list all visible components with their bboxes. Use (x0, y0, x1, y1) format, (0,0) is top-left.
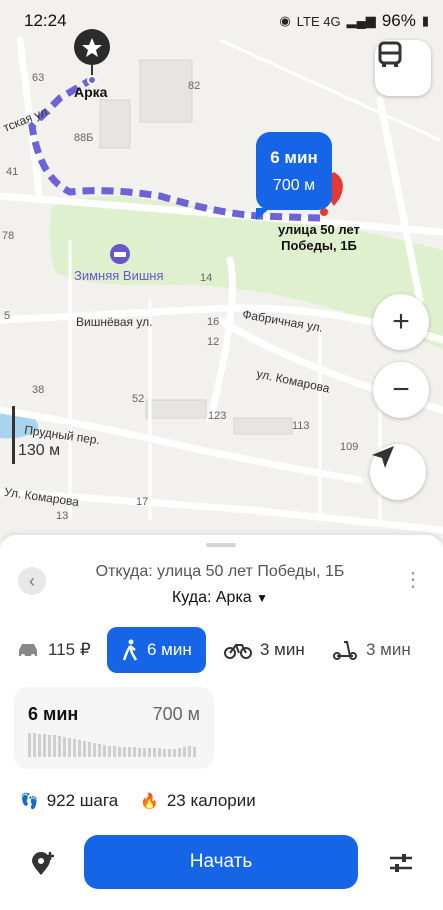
destination-label: улица 50 лет Победы, 1Б (278, 222, 360, 254)
dropdown-triangle-icon: ▼ (256, 591, 269, 605)
sliders-icon (390, 854, 412, 872)
mode-walk[interactable]: 6 мин (107, 627, 206, 673)
house-number: 13 (56, 510, 69, 522)
route-card[interactable]: 6 мин 700 м (14, 687, 214, 769)
house-number: 16 (207, 316, 220, 328)
battery-icon: ▮ (421, 13, 429, 28)
network-type: LTE 4G (296, 13, 341, 29)
battery-level: 96% (381, 11, 416, 30)
house-number: 82 (188, 80, 201, 92)
house-number: 113 (292, 420, 310, 432)
house-number: 109 (340, 441, 359, 453)
transport-button[interactable] (375, 40, 431, 96)
house-number: 88Б (74, 132, 94, 144)
bubble-tail (256, 208, 270, 220)
house-number: 41 (6, 166, 19, 178)
route-stats: 👣 922 шага 🔥 23 калории (20, 791, 256, 811)
footprints-icon: 👣 (20, 793, 39, 810)
street-label: Вишнёвая ул. (76, 315, 153, 329)
add-pin-icon (32, 852, 54, 875)
from-field[interactable]: Откуда: улица 50 лет Победы, 1Б (60, 563, 380, 581)
more-menu-icon[interactable]: ⋮ (403, 567, 423, 592)
route-settings-button[interactable] (388, 851, 414, 880)
my-location-button[interactable] (370, 444, 426, 500)
house-number: 14 (200, 272, 213, 284)
bicycle-icon (224, 644, 252, 659)
house-number: 12 (207, 336, 220, 348)
start-label: Арка (74, 84, 108, 100)
scale-bar (12, 406, 15, 464)
house-number: 38 (32, 384, 45, 396)
mode-scooter-label: 3 мин (366, 640, 411, 659)
mode-bike[interactable]: 3 мин (224, 627, 305, 673)
house-number: 78 (2, 230, 15, 242)
scale-label: 130 м (18, 442, 61, 459)
walk-icon (122, 639, 138, 661)
status-bar: 12:24 ◉ LTE 4G ▂▄▆ 96% ▮ (0, 0, 443, 40)
back-button[interactable]: ‹ (18, 567, 46, 595)
scooter-icon (333, 641, 357, 660)
chevron-left-icon: ‹ (29, 570, 35, 591)
route-bubble-duration: 6 мин (270, 148, 318, 167)
house-number: 63 (32, 72, 45, 84)
start-button[interactable]: Начать (84, 835, 358, 889)
route-bubble-distance: 700 м (272, 177, 316, 194)
house-number: 52 (132, 393, 145, 405)
location-icon: ◉ (279, 13, 291, 28)
mode-scooter[interactable]: 3 мин (332, 627, 411, 673)
mode-walk-label: 6 мин (147, 640, 192, 659)
zoom-out-button[interactable]: − (373, 362, 429, 418)
flame-icon: 🔥 (140, 793, 159, 810)
destination-line: улица 50 лет (278, 222, 360, 237)
route-card-distance: 700 м (152, 704, 200, 724)
status-right: ◉ LTE 4G ▂▄▆ 96% ▮ (279, 11, 429, 31)
signal-icon: ▂▄▆ (346, 13, 376, 28)
to-label: Куда: Арка (171, 589, 252, 606)
transport-modes: 115 ₽ 6 мин 3 мин 3 мин (0, 627, 443, 673)
route-sheet: ‹ Откуда: улица 50 лет Победы, 1Б Куда: … (0, 535, 443, 910)
destination-line: Победы, 1Б (281, 238, 357, 253)
calories-count: 23 калории (166, 791, 256, 810)
route-card-duration: 6 мин (28, 704, 79, 724)
elevation-profile (28, 733, 196, 757)
sheet-handle[interactable] (206, 543, 236, 547)
route-bubble[interactable]: 6 мин 700 м (256, 132, 332, 220)
zoom-in-button[interactable]: + (373, 294, 429, 350)
house-number: 123 (208, 410, 227, 422)
to-field[interactable]: Куда: Арка ▼ (60, 589, 380, 607)
add-point-button[interactable] (30, 851, 56, 882)
car-icon (19, 644, 37, 658)
steps-count: 922 шага (46, 791, 119, 810)
mode-bike-label: 3 мин (260, 640, 305, 659)
navigation-arrow-icon (372, 446, 394, 468)
status-time: 12:24 (24, 11, 67, 30)
house-number: 5 (4, 310, 11, 322)
map-view[interactable]: 12:24 ◉ LTE 4G ▂▄▆ 96% ▮ 63 82 88Б 41 78… (0, 0, 443, 545)
mode-taxi[interactable]: 115 ₽ (16, 627, 91, 673)
bus-icon (378, 41, 402, 67)
mode-taxi-label: 115 ₽ (48, 640, 91, 659)
house-number: 17 (136, 496, 149, 508)
poi-label[interactable]: Зимняя Вишня (74, 268, 164, 283)
